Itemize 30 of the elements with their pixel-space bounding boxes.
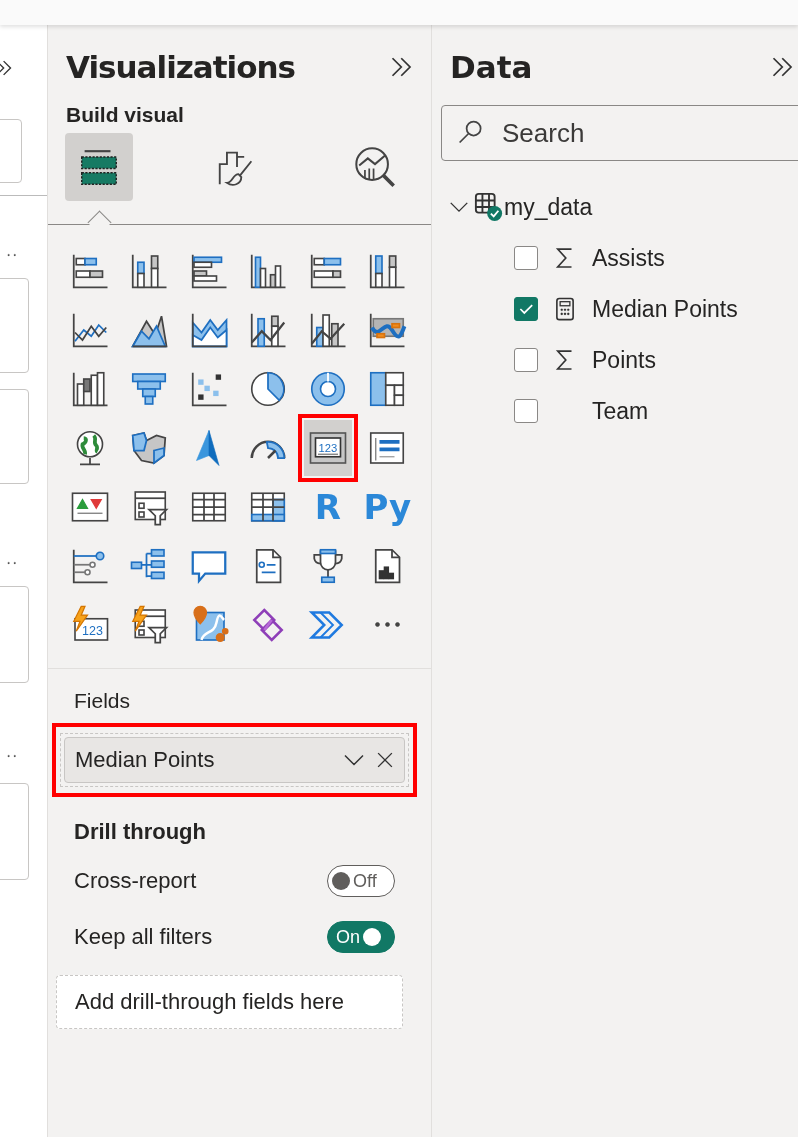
divider [0,195,47,196]
visual-type-button[interactable]: 123 [61,596,118,653]
section-heading: Build visual [66,103,184,127]
toggle-switch[interactable]: On [327,921,395,953]
checkbox[interactable] [514,399,538,423]
checkbox[interactable] [514,297,538,321]
section-label: Fields [74,689,132,713]
visual-type-button[interactable]: 123 [297,413,358,482]
field-name[interactable]: Assists [592,244,665,272]
search-field[interactable]: Search [441,105,798,161]
toggle-label: Cross-report [74,868,197,894]
pane-title: Visualizations [66,49,295,85]
field-name: Median Points [75,747,215,773]
build-visual-tab[interactable] [65,133,133,201]
table-name[interactable]: my_data [504,193,593,221]
section-heading: Drill through [74,819,207,845]
drop-zone[interactable]: Add drill-through fields here [56,975,403,1029]
table-check-icon [474,192,504,222]
analytics-icon [352,144,398,190]
field-name[interactable]: Points [592,346,656,374]
more-icon [374,622,400,627]
toggle-label: Keep all filters [74,924,213,950]
field-pill[interactable]: Median Points [64,737,405,783]
field-name[interactable]: Median Points [592,295,738,323]
toggle-switch[interactable]: Off [327,865,395,897]
checkbox[interactable] [514,246,538,270]
pane-title: Data [450,49,533,85]
field-name[interactable]: Team [592,397,649,425]
lightning-slicer-icon [129,604,170,645]
checkbox[interactable] [514,348,538,372]
